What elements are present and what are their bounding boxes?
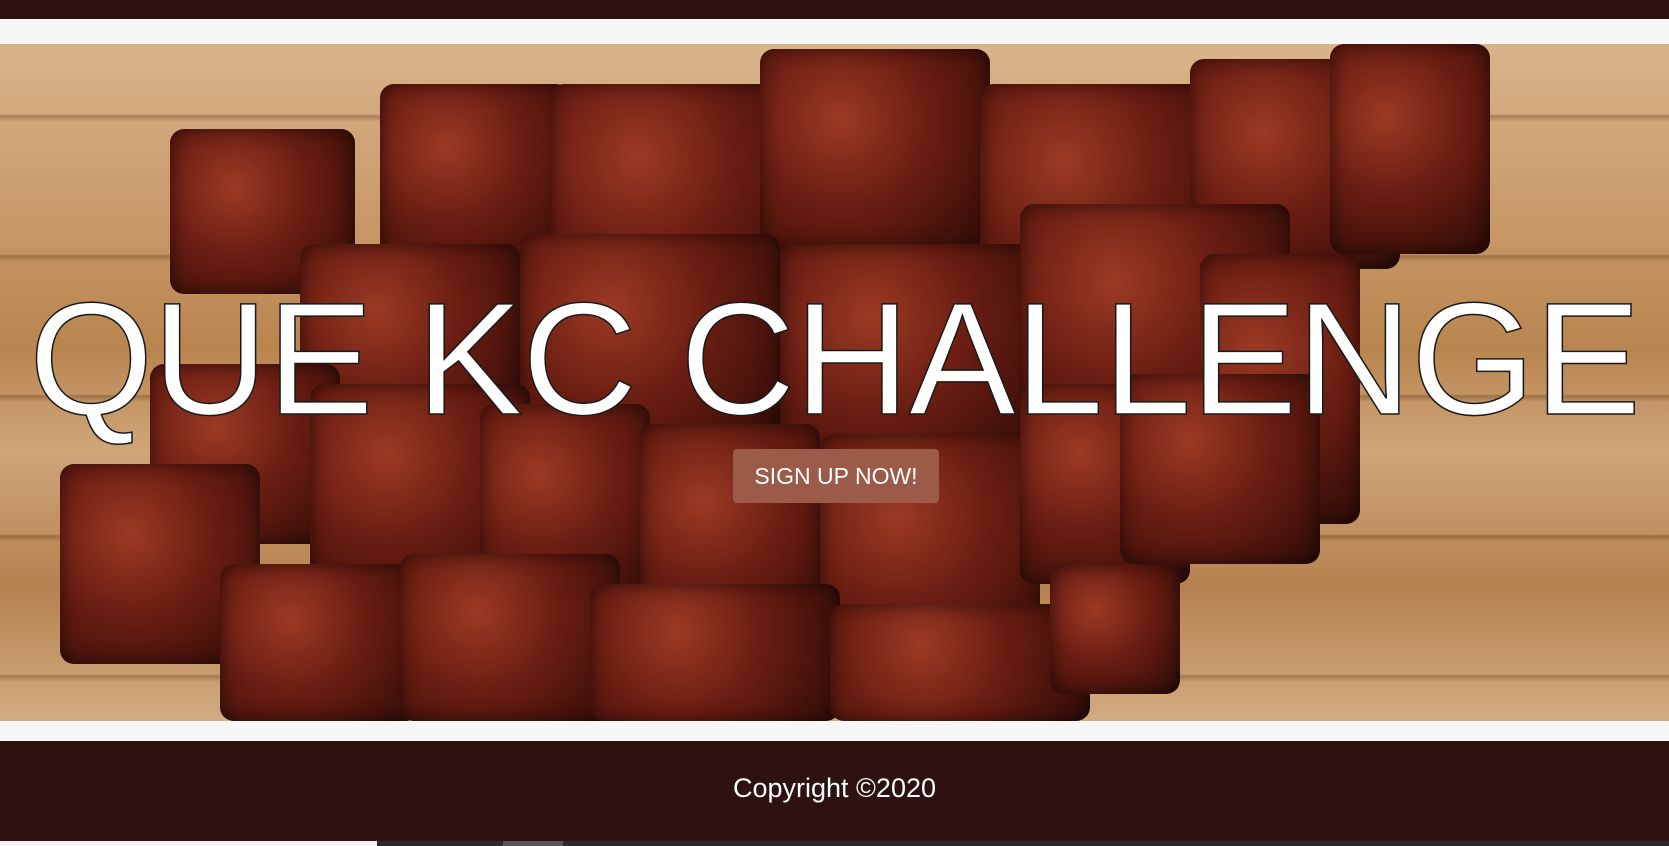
footer: Copyright ©2020 [0, 741, 1669, 841]
meat-chunk [1330, 44, 1490, 254]
top-spacer [0, 19, 1669, 44]
page-title: QUE KC CHALLENGE [28, 269, 1642, 448]
copyright-text: Copyright ©2020 [732, 773, 936, 803]
top-bar [0, 0, 1669, 19]
meat-chunk [220, 564, 420, 721]
scrollbar-thumb[interactable] [0, 841, 377, 846]
sign-up-button[interactable]: SIGN UP NOW! [733, 449, 939, 503]
hero-banner: QUE KC CHALLENGE SIGN UP NOW! [0, 44, 1669, 721]
bottom-spacer [0, 721, 1669, 741]
horizontal-scrollbar[interactable] [0, 841, 1669, 846]
meat-chunk [1050, 564, 1180, 694]
meat-chunk [590, 584, 840, 721]
meat-chunk [400, 554, 620, 721]
scrollbar-marker [503, 841, 563, 846]
meat-chunk [760, 49, 990, 249]
